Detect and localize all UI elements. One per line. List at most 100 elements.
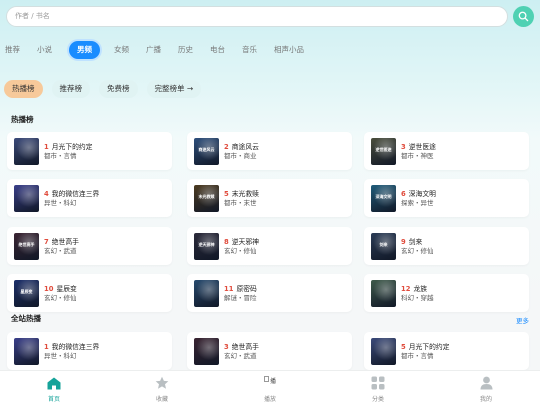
search-bar: 作者 / 书名 [6, 6, 534, 28]
book-card[interactable]: 5 月光下的约定 都市・言情 [364, 332, 529, 370]
star-icon [155, 376, 169, 389]
book-meta: 2 商途风云 都市・商业 [224, 142, 259, 161]
book-card[interactable]: 4 我的微信连三界 异世・科幻 [7, 179, 172, 217]
book-title: 深海文明 [408, 189, 436, 198]
book-card[interactable]: 星辰变 10 星辰变 玄幻・修仙 [7, 274, 172, 312]
book-card[interactable]: 绝世高手 7 绝世高手 玄幻・武道 [7, 227, 172, 265]
book-title: 原密码 [236, 284, 257, 293]
rank-tab-hot[interactable]: 热播榜 [4, 80, 43, 98]
book-title-line: 8 逆天邪神 [224, 237, 259, 247]
rank-number: 3 [401, 142, 406, 151]
book-tags: 都市・末世 [224, 198, 257, 207]
tab-music[interactable]: 音乐 [242, 41, 257, 59]
book-card[interactable]: 1 我的微信连三界 异世・科幻 [7, 332, 172, 370]
tab-recommend[interactable]: 推荐 [5, 41, 20, 59]
book-title: 逆世医途 [408, 142, 436, 151]
book-title-line: 9 剑来 [401, 237, 434, 247]
hot-section-title: 热播榜 [11, 115, 34, 124]
play-image-alt: 播 [269, 378, 276, 385]
book-card[interactable]: 3 绝世高手 玄幻・武道 [187, 332, 352, 370]
tab-male[interactable]: 男频 [69, 41, 100, 59]
book-tags: 探索・异世 [401, 198, 434, 207]
book-card[interactable]: 逆世医途 3 逆世医途 都市・神医 [364, 132, 529, 170]
book-card[interactable]: 1 月光下的约定 都市・言情 [7, 132, 172, 170]
nav-categories[interactable]: 分类 [324, 371, 432, 405]
book-meta: 7 绝世高手 玄幻・武道 [44, 237, 79, 256]
book-card[interactable]: 逆天邪神 8 逆天邪神 玄幻・修仙 [187, 227, 352, 265]
nav-favorites[interactable]: 收藏 [108, 371, 216, 405]
tab-history[interactable]: 历史 [178, 41, 193, 59]
rank-tab-full-list[interactable]: 完整榜单 → [146, 80, 202, 98]
book-cover: 星辰变 [14, 279, 39, 307]
cover-title: 逆天邪神 [198, 241, 215, 247]
book-cover [14, 137, 39, 165]
search-input[interactable]: 作者 / 书名 [6, 6, 508, 27]
book-meta: 1 我的微信连三界 异世・科幻 [44, 342, 99, 361]
book-title: 绝世高手 [231, 342, 259, 351]
book-cover [194, 337, 219, 365]
book-cover: 商途风云 [194, 137, 219, 165]
book-cover [14, 337, 39, 365]
book-title-line: 11 原密码 [224, 284, 257, 294]
book-card[interactable]: 剑来 9 剑来 玄幻・修仙 [364, 227, 529, 265]
book-title-line: 6 深海文明 [401, 189, 436, 199]
book-title-line: 4 我的微信连三界 [44, 189, 99, 199]
cover-title: 末光救赎 [198, 193, 215, 199]
book-tags: 都市・商业 [224, 151, 257, 160]
book-title-line: 10 星辰变 [44, 284, 77, 294]
book-title: 月光下的约定 [51, 142, 93, 151]
book-cover: 绝世高手 [14, 232, 39, 260]
search-button[interactable] [513, 6, 534, 27]
book-card[interactable]: 12 龙族 科幻・穿越 [364, 274, 529, 312]
tab-novel[interactable]: 小说 [37, 41, 52, 59]
book-title-line: 5 末光救赎 [224, 189, 259, 199]
search-icon [518, 11, 529, 22]
book-meta: 9 剑来 玄幻・修仙 [401, 237, 434, 256]
home-icon [47, 377, 61, 389]
book-title: 月光下的约定 [408, 342, 450, 351]
rank-tabs: 热播榜 推荐榜 免费榜 完整榜单 → [4, 80, 210, 98]
nav-home[interactable]: 首页 [0, 371, 108, 405]
category-tabs: 推荐 小说 男频 女频 广播 历史 电台 音乐 相声小品 [5, 41, 321, 59]
book-cover: 逆世医途 [371, 137, 396, 165]
book-card[interactable]: 11 原密码 解谜・冒险 [187, 274, 352, 312]
cover-title: 星辰变 [20, 288, 33, 294]
cover-title: 逆世医途 [375, 146, 392, 152]
rank-number: 1 [44, 142, 49, 151]
rank-number: 4 [44, 189, 49, 198]
book-title: 剑来 [408, 237, 423, 246]
book-meta: 6 深海文明 探索・异世 [401, 189, 436, 208]
nav-profile[interactable]: 我的 [432, 371, 540, 405]
book-card[interactable]: 末光救赎 5 末光救赎 都市・末世 [187, 179, 352, 217]
book-tags: 解谜・冒险 [224, 293, 257, 302]
tab-radio[interactable]: 电台 [210, 41, 225, 59]
book-card[interactable]: 商途风云 2 商途风云 都市・商业 [187, 132, 352, 170]
tab-crosstalk[interactable]: 相声小品 [274, 41, 304, 59]
user-icon [480, 376, 492, 390]
book-title-line: 1 月光下的约定 [44, 142, 93, 152]
rank-number: 5 [401, 342, 406, 351]
grid-icon [371, 376, 385, 390]
book-meta: 3 逆世医途 都市・神医 [401, 142, 436, 161]
tab-female[interactable]: 女频 [114, 41, 129, 59]
book-meta: 8 逆天邪神 玄幻・修仙 [224, 237, 259, 256]
book-cover [194, 279, 219, 307]
rank-number: 10 [44, 284, 54, 293]
book-tags: 玄幻・修仙 [401, 246, 434, 255]
rank-tab-recommend[interactable]: 推荐榜 [51, 80, 90, 98]
book-title: 我的微信连三界 [51, 189, 100, 198]
rank-number: 7 [44, 237, 49, 246]
cover-title: 深海文明 [375, 193, 392, 199]
rank-number: 12 [401, 284, 411, 293]
rank-number: 3 [224, 342, 229, 351]
book-cover [14, 184, 39, 212]
rank-tab-free[interactable]: 免费榜 [99, 80, 138, 98]
nav-play[interactable]: 播 播放 [216, 371, 324, 405]
book-title-line: 5 月光下的约定 [401, 342, 450, 352]
book-cover: 剑来 [371, 232, 396, 260]
more-link[interactable]: 更多 [516, 315, 529, 325]
rank-number: 8 [224, 237, 229, 246]
rank-number: 9 [401, 237, 406, 246]
book-card[interactable]: 深海文明 6 深海文明 探索・异世 [364, 179, 529, 217]
tab-broadcast[interactable]: 广播 [146, 41, 161, 59]
